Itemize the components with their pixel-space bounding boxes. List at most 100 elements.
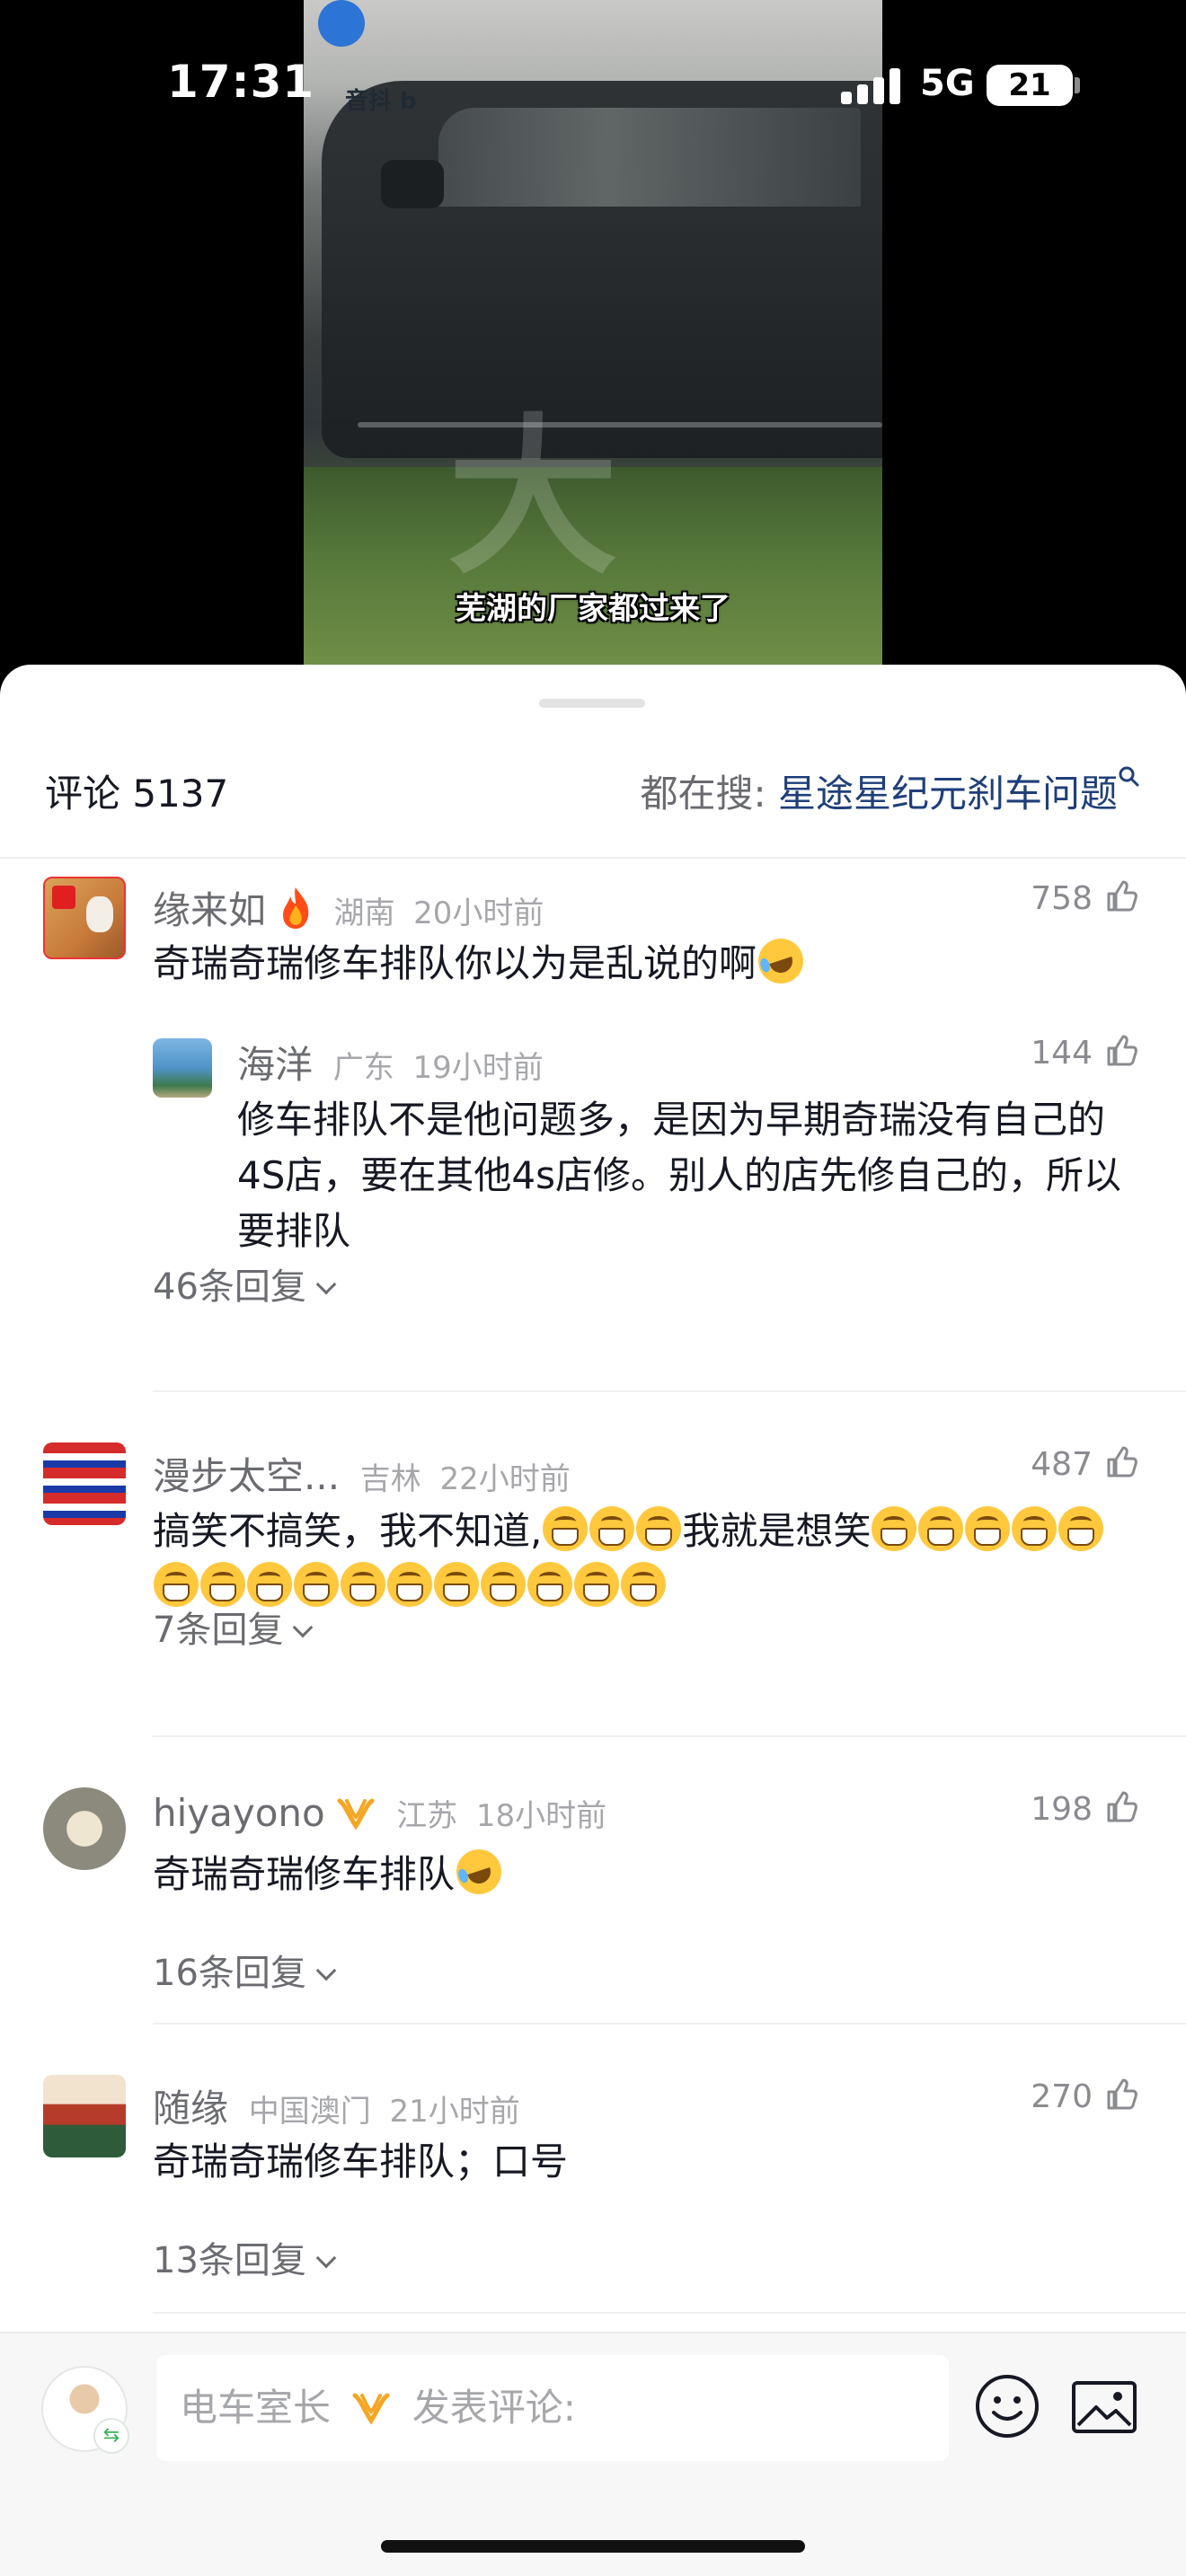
comment-time: 21小时前 [389, 2094, 520, 2130]
like-count: 270 [1031, 2078, 1093, 2115]
like-button[interactable]: 270 [1031, 2078, 1139, 2115]
like-count: 198 [1031, 1791, 1093, 1828]
laugh-cry-emoji-icon [752, 932, 810, 990]
fire-icon [282, 887, 309, 929]
like-button[interactable]: 144 [1031, 1035, 1139, 1072]
verified-badge-icon [352, 2393, 390, 2425]
comment-count: 评论 5137 [45, 772, 229, 816]
thumbs-up-icon [1107, 2078, 1137, 2110]
grin-emoji-icon [434, 1562, 479, 1607]
thumbs-up-icon [1107, 1446, 1137, 1478]
comment-time: 22小时前 [439, 1461, 571, 1497]
like-count: 758 [1031, 880, 1093, 917]
comment-location: 湖南 [333, 895, 395, 931]
replies-label: 46条回复 [153, 1266, 306, 1308]
comment-text: 搞笑不搞笑，我不知道, 我就是想笑 [153, 1504, 1132, 1615]
verified-badge-icon [337, 1798, 375, 1831]
comment-author[interactable]: 缘来如 [153, 888, 266, 932]
grin-emoji-icon [872, 1506, 917, 1551]
grin-emoji-icon [481, 1562, 526, 1607]
image-icon[interactable] [1071, 2378, 1137, 2436]
chevron-down-icon [315, 2247, 337, 2269]
video-subtitle: 芜湖的厂家都过来了 [456, 591, 730, 627]
comment-text: 奇瑞奇瑞修车排队；口号 [153, 2139, 569, 2183]
comment-location: 江苏 [396, 1798, 458, 1834]
douyin-logo: 音抖 b [345, 88, 417, 115]
avatar[interactable] [43, 1442, 126, 1525]
comment-location: 吉林 [359, 1461, 421, 1497]
drag-handle[interactable] [539, 699, 645, 708]
trending-search[interactable]: 都在搜: 星途星纪元刹车问题 [640, 763, 1141, 818]
search-icon [1119, 766, 1139, 787]
grin-emoji-icon [918, 1506, 964, 1551]
avatar[interactable] [43, 1787, 126, 1870]
replies-label: 13条回复 [153, 2240, 306, 2281]
battery-tip [1075, 77, 1080, 93]
thumbs-up-icon [1107, 1035, 1137, 1066]
grin-emoji-icon [341, 1562, 385, 1607]
avatar[interactable] [153, 1038, 212, 1098]
comment-author[interactable]: 漫步太空... [153, 1454, 340, 1498]
chevron-down-icon [315, 1960, 337, 1981]
view-replies-button[interactable]: 13条回复 [153, 2231, 337, 2283]
replies-label: 16条回复 [153, 1953, 306, 1994]
video-frame[interactable]: 大 音抖 b 芜湖的厂家都过来了 [304, 0, 882, 683]
comment-body: 奇瑞奇瑞修车排队你以为是乱说的啊 [153, 941, 757, 985]
comment-time: 18小时前 [475, 1798, 607, 1834]
grin-emoji-icon [543, 1506, 589, 1551]
comment-divider [153, 1390, 1186, 1392]
comment-divider [153, 1735, 1186, 1737]
comment-text: 奇瑞奇瑞修车排队 [153, 1843, 1132, 1902]
comment-header: 评论 5137 都在搜: 星途星纪元刹车问题 [0, 754, 1186, 828]
reply-author[interactable]: 海洋 [237, 1043, 313, 1087]
comment-text: 奇瑞奇瑞修车排队你以为是乱说的啊 [153, 932, 1132, 992]
thumbs-up-icon [1107, 1791, 1137, 1822]
comment-author[interactable]: 随缘 [153, 2086, 228, 2130]
search-keyword[interactable]: 星途星纪元刹车问题 [778, 772, 1118, 816]
comment-location: 中国澳门 [248, 2094, 371, 2130]
input-placeholder: 发表评论: [412, 2386, 576, 2430]
like-button[interactable]: 758 [1031, 880, 1139, 917]
input-user-name: 电车室长 [180, 2386, 332, 2430]
view-replies-button[interactable]: 7条回复 [153, 1601, 314, 1653]
replies-label: 7条回复 [153, 1610, 284, 1651]
like-button[interactable]: 487 [1031, 1446, 1139, 1483]
status-time: 17:31 [167, 56, 315, 108]
grin-emoji-icon [387, 1562, 432, 1607]
grin-emoji-icon [574, 1562, 619, 1607]
comment-sheet: 评论 5137 都在搜: 星途星纪元刹车问题 缘来如 湖南 20小时前 758 … [0, 665, 1186, 2576]
chevron-down-icon [293, 1617, 314, 1638]
video-player[interactable]: 大 音抖 b 芜湖的厂家都过来了 17:31 5G 21 [0, 0, 1186, 701]
search-prefix: 都在搜: [640, 772, 778, 816]
comment-input[interactable]: 电车室长 发表评论: [156, 2355, 949, 2461]
network-type: 5G [920, 63, 975, 104]
switch-account-icon[interactable]: ⇆ [93, 2418, 129, 2454]
reply-location: 广东 [332, 1050, 394, 1086]
video-watermark: 大 [447, 399, 628, 597]
car-window-image [438, 108, 861, 207]
emoji-icon[interactable] [974, 2373, 1040, 2439]
thumbs-up-icon [1107, 880, 1137, 912]
comment-time: 20小时前 [413, 895, 544, 931]
view-replies-button[interactable]: 16条回复 [153, 1944, 337, 1996]
signal-icon [841, 68, 904, 104]
comment-body-continued: 我就是想笑 [682, 1509, 872, 1553]
grin-emoji-icon [1058, 1506, 1104, 1551]
comment-body: 奇瑞奇瑞修车排队 [153, 1852, 456, 1896]
comment-header-line: 漫步太空... 吉林 22小时前 [153, 1446, 571, 1501]
comment-author[interactable]: hiyayono [153, 1791, 325, 1835]
comment-header-line: 随缘 中国澳门 21小时前 [153, 2078, 520, 2133]
grin-emoji-icon [621, 1562, 666, 1607]
view-replies-button[interactable]: 46条回复 [153, 1257, 337, 1310]
car-mirror-image [381, 160, 444, 208]
home-indicator[interactable] [381, 2540, 805, 2553]
reply-text: 修车排队不是他问题多，是因为早期奇瑞没有自己的4S店，要在其他4s店修。别人的店… [237, 1098, 1121, 1253]
avatar[interactable] [43, 877, 126, 959]
avatar[interactable] [43, 2075, 126, 2157]
reply-time: 19小时前 [412, 1050, 544, 1086]
comment-header-line: hiyayono 江苏 18小时前 [153, 1791, 606, 1835]
grin-emoji-icon [636, 1506, 682, 1551]
like-button[interactable]: 198 [1031, 1791, 1139, 1828]
chevron-down-icon [315, 1274, 337, 1295]
grin-emoji-icon [527, 1562, 572, 1607]
